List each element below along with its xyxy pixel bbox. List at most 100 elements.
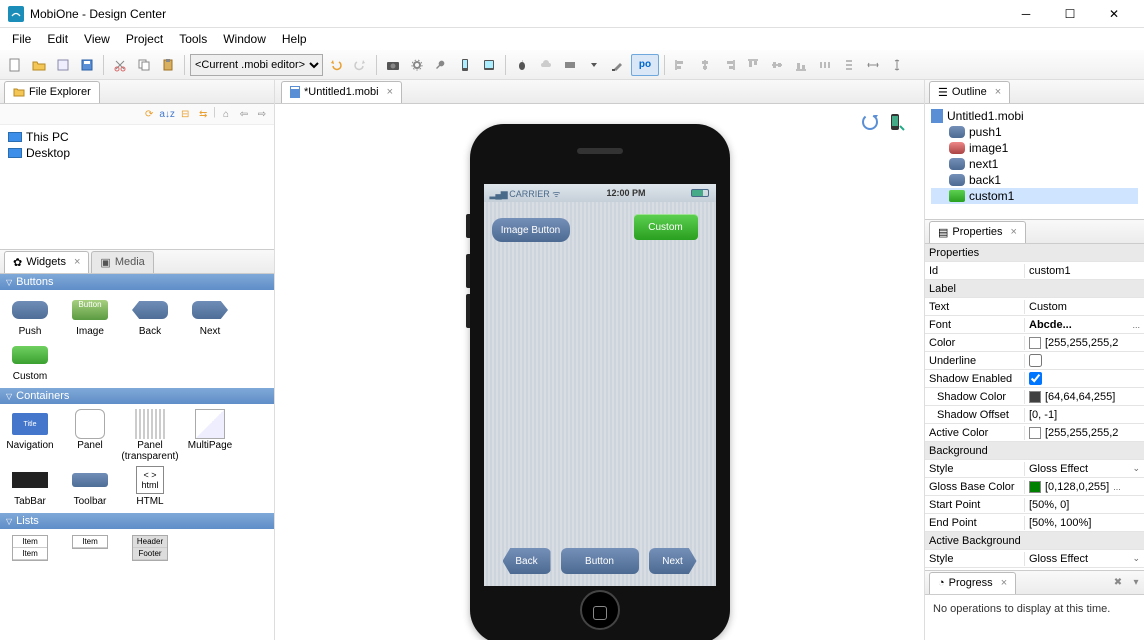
prop-group-background[interactable]: Background [925,442,1144,460]
widget-back[interactable]: Back [124,296,176,337]
prop-group-label[interactable]: Label [925,280,1144,298]
align-bottom-icon[interactable] [790,54,812,76]
prop-id[interactable]: Idcustom1 [925,262,1144,280]
widget-push[interactable]: Push [4,296,56,337]
outline-back1[interactable]: back1 [931,172,1138,188]
maximize-button[interactable]: ☐ [1048,0,1092,28]
same-width-icon[interactable] [862,54,884,76]
prop-gloss-base[interactable]: Gloss Base Color[0,128,0,255]... [925,478,1144,496]
refresh-icon[interactable]: ⟳ [141,106,157,122]
prop-active-color[interactable]: Active Color[255,255,255,2 [925,424,1144,442]
camera-icon[interactable] [382,54,404,76]
link-icon[interactable]: ⇆ [195,106,211,122]
save-icon[interactable] [76,54,98,76]
dist-v-icon[interactable] [838,54,860,76]
prop-end-point[interactable]: End Point[50%, 100%] [925,514,1144,532]
sort-icon[interactable]: a↓z [159,106,175,122]
minimize-button[interactable]: ─ [1004,0,1048,28]
prop-shadow-color[interactable]: Shadow Color[64,64,64,255] [925,388,1144,406]
align-right-icon[interactable] [718,54,740,76]
group-lists[interactable]: ▽Lists [0,513,274,529]
run-down-icon[interactable] [583,54,605,76]
group-containers[interactable]: ▽Containers [0,388,274,404]
outline-custom1[interactable]: custom1 [931,188,1138,204]
prop-start-point[interactable]: Start Point[50%, 0] [925,496,1144,514]
widgets-tab[interactable]: ✿ Widgets × [4,251,89,273]
canvas-button[interactable]: Button [561,548,639,574]
align-middle-v-icon[interactable] [766,54,788,76]
prop-font[interactable]: FontAbcde...... [925,316,1144,334]
prop-active-bg-style[interactable]: StyleGloss Effect⌄ [925,550,1144,568]
outline-next1[interactable]: next1 [931,156,1138,172]
design-canvas[interactable]: ▂▄▆ CARRIER ᯤ 12:00 PM Image Button Cust… [275,104,924,640]
mobile-icon[interactable] [454,54,476,76]
outline-tab[interactable]: ☰ Outline × [929,81,1010,103]
menu-window[interactable]: Window [215,30,274,48]
open-project-icon[interactable] [52,54,74,76]
widget-next[interactable]: Next [184,296,236,337]
file-explorer-tab[interactable]: File Explorer [4,81,100,103]
widget-image[interactable]: ButtonImage [64,296,116,337]
prop-group-active-bg[interactable]: Active Background [925,532,1144,550]
widget-tabbar[interactable]: TabBar [4,466,56,507]
widget-navigation[interactable]: TitleNavigation [4,410,56,462]
menu-view[interactable]: View [76,30,118,48]
home-icon[interactable]: ⌂ [218,106,234,122]
editor-tab[interactable]: *Untitled1.mobi × [281,81,402,103]
same-height-icon[interactable] [886,54,908,76]
close-icon[interactable]: × [1001,577,1007,589]
prop-underline[interactable]: Underline [925,352,1144,370]
tablet-icon[interactable] [478,54,500,76]
widget-custom[interactable]: Custom [4,341,56,382]
menu-tools[interactable]: Tools [171,30,215,48]
close-icon[interactable]: × [995,86,1001,98]
tree-node-thispc[interactable]: This PC [8,129,266,145]
prop-bg-style[interactable]: StyleGloss Effect⌄ [925,460,1144,478]
undo-icon[interactable] [325,54,347,76]
rotate-icon[interactable] [860,112,880,132]
cloud-icon[interactable] [535,54,557,76]
stop-all-icon[interactable]: ✖ [1110,575,1126,591]
menu-dropdown-icon[interactable]: ▾ [1128,575,1144,591]
prop-shadow-offset[interactable]: Shadow Offset[0, -1] [925,406,1144,424]
prop-shadow-enabled[interactable]: Shadow Enabled [925,370,1144,388]
cut-icon[interactable] [109,54,131,76]
copy-icon[interactable] [133,54,155,76]
menu-help[interactable]: Help [274,30,315,48]
widget-panel-transparent[interactable]: Panel (transparent) [124,410,176,462]
underline-checkbox[interactable] [1029,354,1042,367]
tree-node-desktop[interactable]: Desktop [8,145,266,161]
prop-group-properties[interactable]: Properties [925,244,1144,262]
align-left-icon[interactable] [670,54,692,76]
dist-h-icon[interactable] [814,54,836,76]
media-tab[interactable]: ▣ Media [91,251,153,273]
redo-icon[interactable] [349,54,371,76]
config-icon[interactable] [607,54,629,76]
menu-edit[interactable]: Edit [39,30,76,48]
align-center-h-icon[interactable] [694,54,716,76]
new-file-icon[interactable] [4,54,26,76]
nav-back-icon[interactable]: ⇦ [236,106,252,122]
outline-image1[interactable]: image1 [931,140,1138,156]
close-icon[interactable]: × [1011,226,1017,238]
outline-push1[interactable]: push1 [931,124,1138,140]
prop-text[interactable]: TextCustom [925,298,1144,316]
close-icon[interactable]: × [387,86,393,98]
device-icon[interactable] [886,112,906,132]
progress-tab[interactable]: ◔ Progress × [929,572,1016,594]
menu-project[interactable]: Project [118,30,171,48]
canvas-next-button[interactable]: Next [649,548,697,574]
menu-file[interactable]: File [4,30,39,48]
outline-root[interactable]: Untitled1.mobi [931,108,1138,124]
group-buttons[interactable]: ▽Buttons [0,274,274,290]
canvas-back-button[interactable]: Back [503,548,551,574]
close-button[interactable]: ✕ [1092,0,1136,28]
widget-list-item[interactable]: Item [64,535,116,561]
properties-tab[interactable]: ▤ Properties × [929,221,1026,243]
close-icon[interactable]: × [74,256,80,268]
align-top-icon[interactable] [742,54,764,76]
widget-html[interactable]: < >htmlHTML [124,466,176,507]
paste-icon[interactable] [157,54,179,76]
widget-list-headerfooter[interactable]: HeaderFooter [124,535,176,561]
prop-color[interactable]: Color[255,255,255,2 [925,334,1144,352]
